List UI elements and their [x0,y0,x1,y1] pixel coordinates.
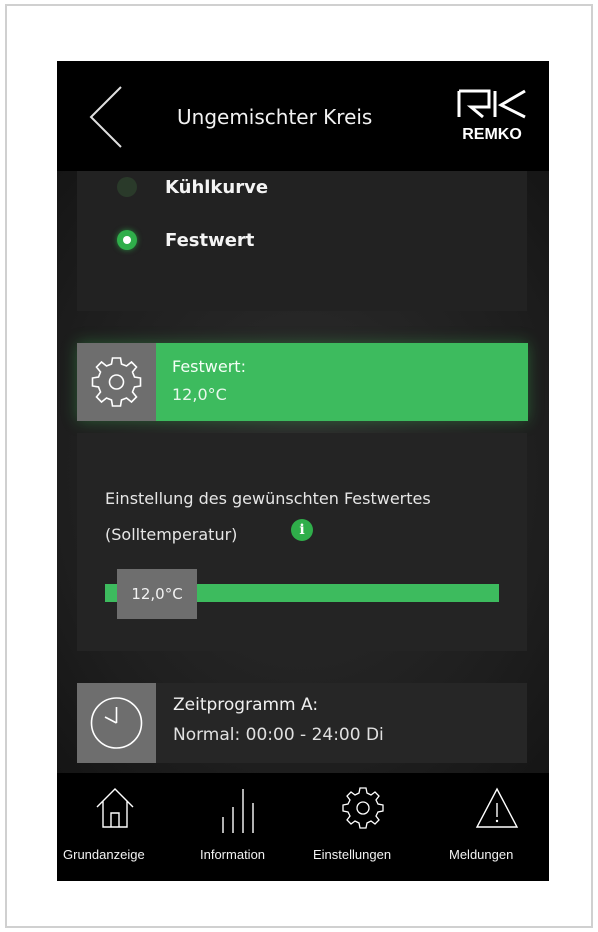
zeitprogramm-schedule: Normal: 00:00 - 24:00 Di [173,725,384,745]
festwert-title: Festwert: [172,357,246,376]
remko-logo-icon: REMKO [457,89,526,143]
content-area: Kühlkurve Festwert Festwert: 12,0°C Eins… [57,171,549,773]
bottom-navigation: Grundanzeige Information Einstellungen M… [57,773,549,881]
gear-icon [91,357,142,407]
festwert-icon-box [77,343,156,421]
zeitprogramm-title: Zeitprogramm A: [173,695,319,715]
mode-radio-group: Kühlkurve Festwert [77,171,527,311]
device-screen: Ungemischter Kreis REMKO Kühlkurve Festw… [57,61,549,881]
nav-label: Information [200,847,266,862]
header: Ungemischter Kreis REMKO [57,61,549,171]
nav-label: Einstellungen [313,847,392,862]
home-icon [96,788,134,828]
info-icon[interactable]: i [291,519,313,541]
back-button[interactable] [85,83,129,151]
warning-icon [475,787,519,828]
festwert-value-panel: Festwert: 12,0°C [156,343,528,421]
logo-text: REMKO [462,126,522,143]
radio-label: Festwert [165,229,255,251]
nav-item-information[interactable]: Information [187,773,297,881]
remko-logo: REMKO [453,87,531,145]
zeitprogramm-button[interactable]: Zeitprogramm A: Normal: 00:00 - 24:00 Di [77,683,527,763]
festwert-setting-button[interactable]: Festwert: 12,0°C [77,343,528,421]
chevron-left-icon [89,86,122,148]
nav-label: Grundanzeige [63,847,145,862]
nav-item-grundanzeige[interactable]: Grundanzeige [57,773,175,881]
radio-button-off[interactable] [117,177,137,197]
nav-item-einstellungen[interactable]: Einstellungen [303,773,423,881]
bars-icon [222,789,254,833]
zeitprogramm-icon-box [77,683,156,763]
setting-description: Einstellung des gewünschten Festwertes (… [105,489,431,544]
radio-button-on[interactable] [117,230,137,250]
temperature-slider-thumb[interactable]: 12,0°C [117,569,197,619]
nav-label: Meldungen [449,847,514,862]
festwert-value: 12,0°C [172,385,227,404]
setting-panel: Einstellung des gewünschten Festwertes (… [77,433,527,651]
radio-label: Kühlkurve [165,176,269,198]
page-title: Ungemischter Kreis [177,105,373,129]
nav-item-meldungen[interactable]: Meldungen [435,773,549,881]
gear-icon [342,787,384,829]
clock-icon [90,697,143,749]
